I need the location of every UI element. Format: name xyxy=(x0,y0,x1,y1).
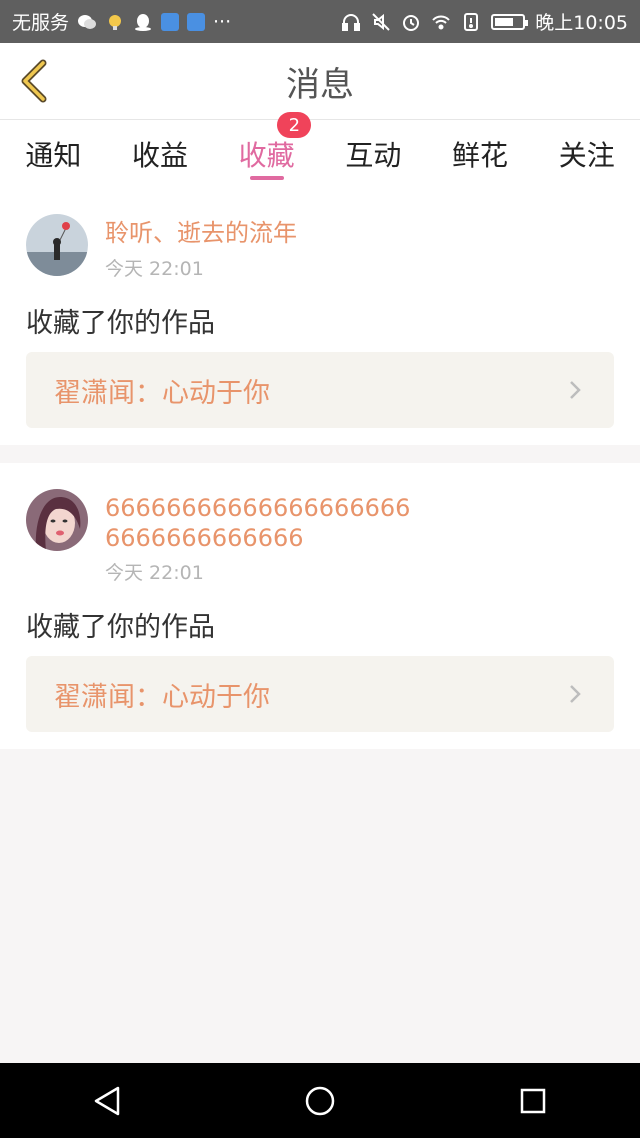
timestamp: 今天 22:01 xyxy=(105,258,204,280)
more-dots: ··· xyxy=(213,10,232,33)
work-title: 翟潇闻：心动于你 xyxy=(54,377,270,409)
unread-badge: 2 xyxy=(277,112,312,138)
tab-label: 互动 xyxy=(345,139,402,172)
work-link[interactable]: 翟潇闻：心动于你 xyxy=(26,656,614,732)
active-tab-indicator xyxy=(249,176,284,180)
nav-back-button[interactable] xyxy=(87,1081,127,1121)
work-link[interactable]: 翟潇闻：心动于你 xyxy=(26,352,614,428)
tab-bar: 通知 收益 收藏 2 互动 鲜花 关注 xyxy=(0,112,640,188)
headphone-icon xyxy=(341,12,361,32)
tab-favorites[interactable]: 收藏 2 xyxy=(213,112,320,188)
nav-recents-button[interactable] xyxy=(513,1081,553,1121)
tab-label: 通知 xyxy=(25,139,82,172)
sim-alert-icon xyxy=(461,12,481,32)
tab-notifications[interactable]: 通知 xyxy=(0,120,107,188)
clock-text: 晚上10:05 xyxy=(535,12,628,34)
action-text: 收藏了你的作品 xyxy=(26,612,215,643)
circle-home-icon xyxy=(305,1086,335,1115)
wechat-icon xyxy=(77,12,97,32)
carrier-text: 无服务 xyxy=(12,12,70,34)
work-title: 翟潇闻：心动于你 xyxy=(54,681,270,713)
tab-flowers[interactable]: 鲜花 xyxy=(427,120,534,188)
message-card: 聆听、逝去的流年 今天 22:01 收藏了你的作品 翟潇闻：心动于你 xyxy=(0,188,640,445)
username[interactable]: 聆听、逝去的流年 xyxy=(105,218,425,248)
username[interactable]: 666666666666666666666666666666666 xyxy=(105,493,425,553)
tab-label: 关注 xyxy=(558,139,615,172)
square-recents-icon xyxy=(521,1088,546,1113)
chevron-right-icon xyxy=(568,378,586,402)
battery-icon xyxy=(491,13,529,30)
avatar[interactable] xyxy=(26,489,88,551)
avatar[interactable] xyxy=(26,214,88,276)
message-card: 666666666666666666666666666666666 今天 22:… xyxy=(0,463,640,749)
tab-label: 收藏 xyxy=(238,139,295,172)
mute-icon xyxy=(371,12,391,32)
triangle-back-icon xyxy=(94,1086,119,1115)
status-bar: 无服务 ··· 晚上10:05 xyxy=(0,0,640,43)
back-button[interactable] xyxy=(14,57,54,105)
action-text: 收藏了你的作品 xyxy=(26,308,215,339)
tab-label: 收益 xyxy=(132,139,189,172)
timestamp: 今天 22:01 xyxy=(105,562,204,584)
browser-app-icon xyxy=(187,12,206,31)
tab-earnings[interactable]: 收益 xyxy=(107,120,214,188)
tab-following[interactable]: 关注 xyxy=(533,120,640,188)
alarm-icon xyxy=(401,12,421,32)
tab-interactions[interactable]: 互动 xyxy=(320,120,427,188)
qq-icon xyxy=(133,12,153,32)
header-bar: 消息 xyxy=(0,43,640,120)
mail-app-icon xyxy=(161,12,180,31)
system-nav-bar xyxy=(0,1063,640,1138)
nav-home-button[interactable] xyxy=(300,1081,340,1121)
tab-label: 鲜花 xyxy=(452,139,509,172)
bulb-icon xyxy=(105,12,125,32)
chevron-left-icon xyxy=(21,59,47,103)
page-title: 消息 xyxy=(286,64,354,105)
chevron-right-icon xyxy=(568,682,586,706)
wifi-icon xyxy=(431,12,451,32)
